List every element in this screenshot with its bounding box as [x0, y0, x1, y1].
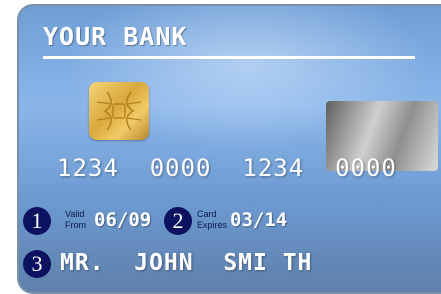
valid-from-value: 06/09: [94, 209, 152, 231]
bank-name: YOUR BANK: [43, 22, 188, 51]
badge-1: 1: [23, 207, 51, 235]
expires-label: Card Expires: [197, 209, 228, 230]
expires-value: 03/14: [230, 209, 288, 231]
valid-from-label: Valid From: [65, 209, 86, 230]
badge-3: 3: [23, 250, 51, 278]
credit-card: YOUR BANK 1234 0000 1234 0000 1 Valid Fr…: [17, 4, 441, 294]
chip-icon: [89, 82, 149, 140]
title-underline: [43, 56, 415, 59]
card-number: 1234 0000 1234 0000: [57, 154, 397, 182]
badge-2: 2: [164, 207, 192, 235]
card-holder-name: MR. JOHN SMI TH: [60, 250, 313, 276]
